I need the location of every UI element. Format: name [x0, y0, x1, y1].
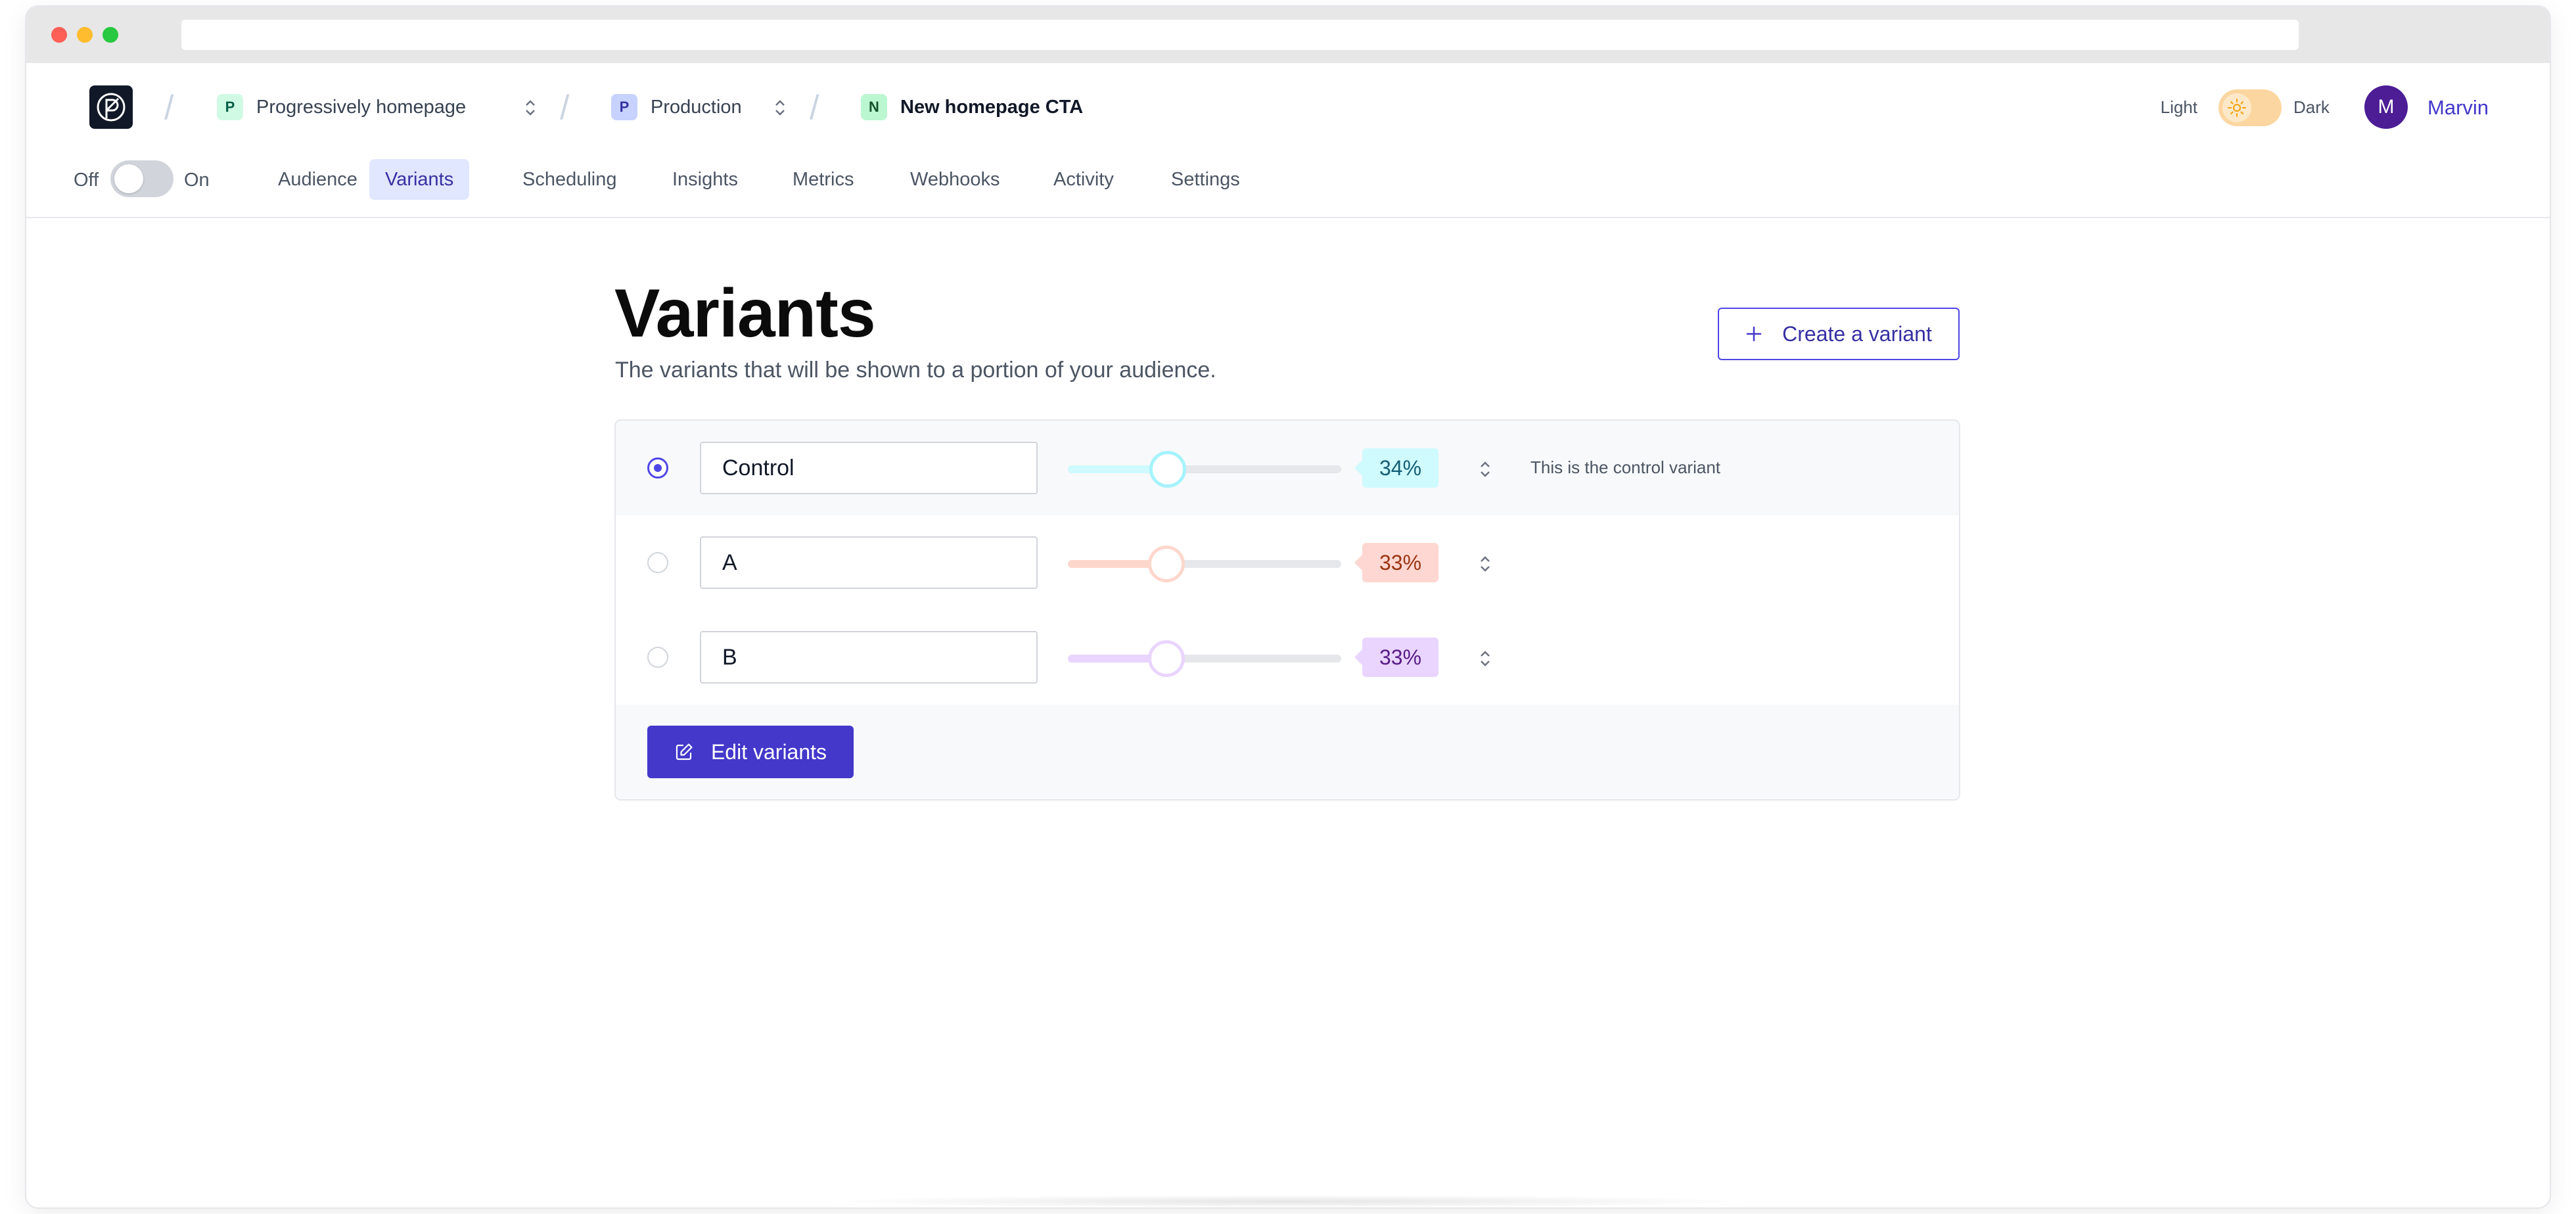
maximize-window-button[interactable]	[103, 27, 118, 43]
environment-name: Production	[651, 96, 742, 118]
variant-percent-slider[interactable]	[1068, 640, 1341, 677]
percent-stepper-icon[interactable]	[1474, 644, 1496, 673]
tab-settings[interactable]: Settings	[1155, 159, 1256, 200]
control-variant-radio[interactable]	[647, 647, 668, 668]
percent-stepper-icon[interactable]	[1474, 549, 1496, 578]
breadcrumb-separator: /	[560, 89, 570, 127]
breadcrumb-flag: N New homepage CTA	[861, 92, 1083, 122]
project-name: Progressively homepage	[256, 96, 467, 118]
edit-variants-button[interactable]: Edit variants	[647, 726, 854, 778]
sun-icon	[2222, 93, 2251, 122]
slider-thumb[interactable]	[1148, 640, 1185, 677]
user-name-link[interactable]: Marvin	[2427, 96, 2489, 120]
slider-thumb[interactable]	[1148, 546, 1185, 582]
variant-row: 34% This is the control variant	[616, 421, 1959, 515]
flag-off-label: Off	[74, 170, 99, 191]
tab-audience[interactable]: Audience	[262, 159, 373, 200]
control-variant-radio[interactable]	[647, 552, 668, 573]
app-logo-icon[interactable]	[89, 85, 133, 129]
flag-name: New homepage CTA	[900, 96, 1084, 118]
tab-metrics[interactable]: Metrics	[777, 159, 869, 200]
variant-row: 33%	[616, 515, 1959, 610]
app: / P Progressively homepage / P Productio…	[26, 63, 2550, 1207]
breadcrumb-separator: /	[164, 89, 174, 127]
close-window-button[interactable]	[51, 27, 67, 43]
create-variant-label: Create a variant	[1782, 321, 1932, 346]
project-selector-chevron-icon[interactable]	[520, 95, 540, 121]
theme-light-label: Light	[2160, 97, 2197, 117]
tab-scheduling[interactable]: Scheduling	[507, 159, 633, 200]
address-bar[interactable]	[181, 20, 2299, 50]
variant-row: 33%	[616, 610, 1959, 705]
tab-insights[interactable]: Insights	[656, 159, 754, 200]
variant-percent-badge: 33%	[1354, 638, 1438, 677]
variant-percent-badge: 34%	[1354, 448, 1438, 488]
tab-variants[interactable]: Variants	[369, 159, 470, 200]
slider-thumb[interactable]	[1149, 451, 1186, 488]
flag-status-toggle[interactable]	[110, 160, 173, 197]
variant-percent-slider[interactable]	[1068, 451, 1341, 488]
variants-card-footer: Edit variants	[616, 705, 1959, 799]
variant-percent-badge: 33%	[1354, 543, 1438, 582]
variants-card: 34% This is the control variant 33%	[614, 419, 1960, 801]
tab-activity[interactable]: Activity	[1038, 159, 1130, 200]
theme-toggle[interactable]	[2219, 89, 2282, 126]
variant-percent-slider[interactable]	[1068, 546, 1341, 582]
percent-stepper-icon[interactable]	[1474, 455, 1496, 484]
breadcrumb-separator: /	[810, 89, 819, 127]
window-shadow	[815, 1195, 1761, 1208]
browser-chrome	[26, 7, 2550, 63]
environment-badge: P	[611, 94, 637, 120]
page-title: Variants	[614, 275, 876, 352]
topbar: / P Progressively homepage / P Productio…	[26, 63, 2550, 218]
control-variant-radio[interactable]	[647, 457, 668, 479]
control-variant-note: This is the control variant	[1530, 457, 1721, 477]
theme-dark-label: Dark	[2293, 97, 2330, 117]
variant-name-input[interactable]	[700, 536, 1038, 589]
flag-badge: N	[861, 94, 887, 120]
project-badge: P	[217, 94, 243, 120]
avatar[interactable]: M	[2364, 85, 2408, 129]
create-variant-button[interactable]: Create a variant	[1718, 308, 1960, 360]
environment-selector-chevron-icon[interactable]	[770, 95, 790, 121]
variant-name-input[interactable]	[700, 442, 1038, 494]
edit-icon	[676, 743, 693, 760]
page-subtitle: The variants that will be shown to a por…	[615, 358, 1216, 383]
breadcrumb-environment[interactable]: P Production	[611, 92, 742, 122]
minimize-window-button[interactable]	[77, 27, 93, 43]
variant-name-input[interactable]	[700, 631, 1038, 684]
toggle-knob	[114, 164, 143, 193]
flag-on-label: On	[184, 170, 210, 191]
edit-variants-label: Edit variants	[710, 739, 827, 764]
tab-webhooks[interactable]: Webhooks	[894, 159, 1016, 200]
plus-icon	[1746, 326, 1762, 342]
browser-window: / P Progressively homepage / P Productio…	[26, 7, 2550, 1207]
breadcrumb-project[interactable]: P Progressively homepage	[217, 92, 466, 122]
